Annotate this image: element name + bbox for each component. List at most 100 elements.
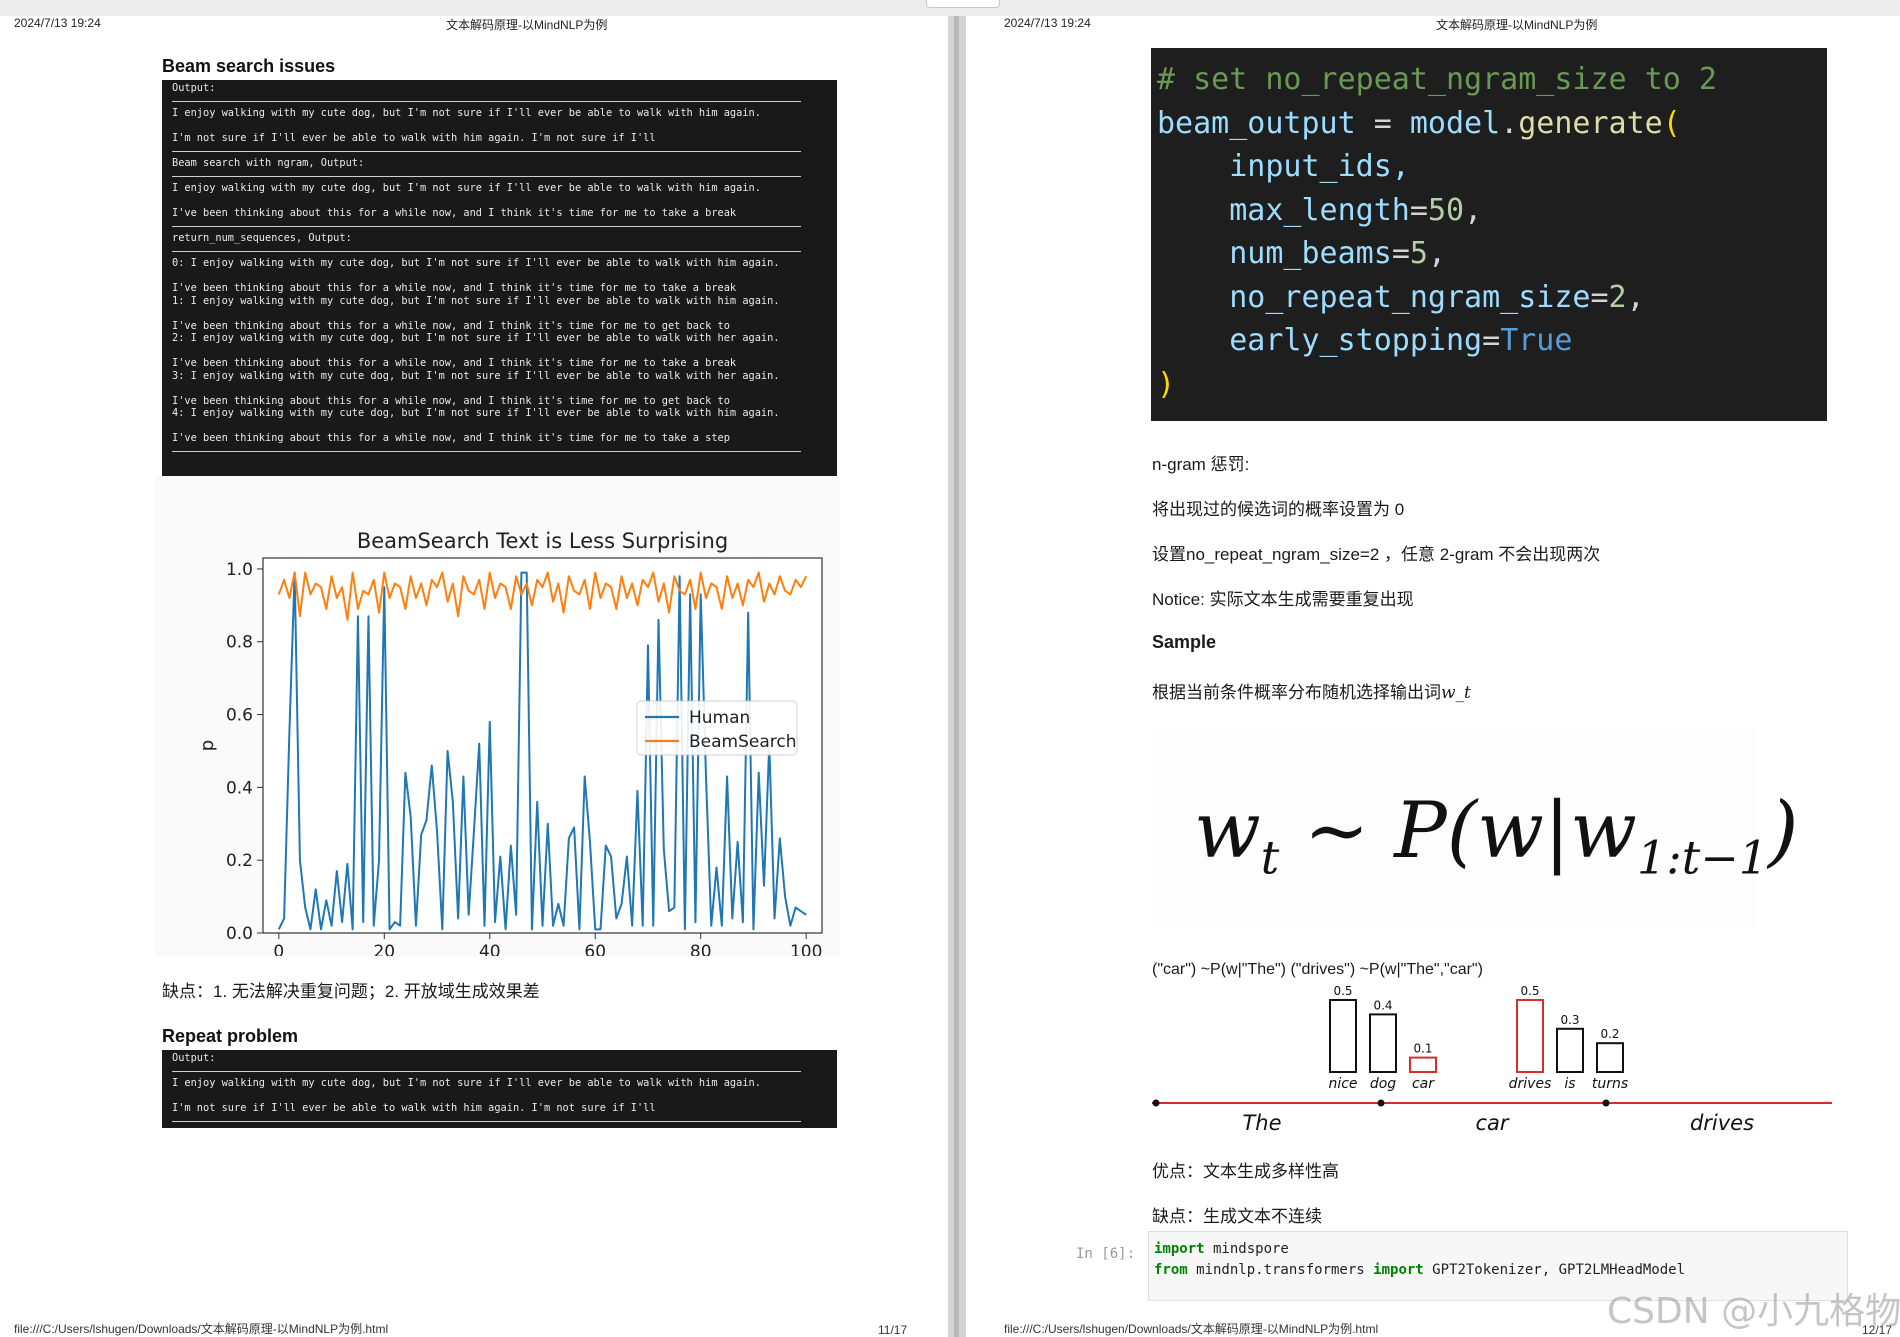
- y-tick-label: 0.4: [226, 778, 253, 798]
- prob-bar-is: [1556, 1027, 1584, 1073]
- footer-page-number: 11/17: [878, 1323, 908, 1337]
- console-line: 3: I enjoy walking with my cute dog, but…: [172, 369, 780, 382]
- legend-label-beamsearch: BeamSearch: [689, 732, 797, 752]
- candidate-word-nice: nice: [1328, 1076, 1357, 1092]
- prob-value-label: 0.3: [1560, 1013, 1579, 1027]
- code-eq: =: [1590, 279, 1609, 315]
- console-line: I'm not sure if I'll ever be able to wal…: [172, 132, 656, 144]
- cons-text: 缺点：生成文本不连续: [1152, 1207, 1322, 1226]
- console-separator: [172, 95, 827, 108]
- paragraph-notice: Notice: 实际文本生成需要重复出现: [1152, 590, 1414, 609]
- legend-label-human: Human: [689, 708, 750, 728]
- cell-line2-names: GPT2Tokenizer, GPT2LMHeadModel: [1423, 1262, 1686, 1278]
- page-gutter-scrollbar[interactable]: [948, 16, 966, 1337]
- candidate-word-drives: drives: [1509, 1076, 1552, 1092]
- prob-value-label: 0.5: [1333, 984, 1352, 998]
- console-line: I enjoy walking with my cute dog, but I'…: [172, 1077, 761, 1089]
- timeline-node: [1377, 1099, 1385, 1107]
- code-arg-name: max_length: [1229, 192, 1410, 228]
- kw-from: from: [1154, 1262, 1188, 1278]
- candidate-word-car: car: [1412, 1076, 1435, 1092]
- formula-mid: ∼ P(w|w: [1279, 786, 1637, 876]
- prob-bar-turns: [1596, 1042, 1624, 1073]
- prob-bar-dog: [1369, 1013, 1397, 1073]
- diagram-caption: ("car") ~P(w|"The") ("drives") ~P(w|"The…: [1152, 961, 1483, 978]
- console-line: I've been thinking about this for a whil…: [172, 207, 737, 219]
- section-title-beam-search-issues: Beam search issues: [162, 56, 336, 76]
- code-arg-val: 5: [1409, 236, 1428, 271]
- code-eq: =: [1391, 236, 1410, 271]
- drawback-caption: 缺点：1. 无法解决重复问题；2. 开放域生成效果差: [162, 982, 540, 1001]
- y-axis-label: p: [197, 740, 218, 751]
- y-tick-label: 0.8: [226, 633, 253, 653]
- prob-value-label: 0.5: [1520, 984, 1539, 998]
- token-car: car: [1475, 1111, 1509, 1135]
- code-arg-name: early_stopping: [1229, 323, 1483, 358]
- code-dot: .: [1500, 105, 1519, 141]
- console-line: 2: I enjoy walking with my cute dog, but…: [172, 332, 780, 344]
- code-eq: =: [1409, 192, 1428, 228]
- console-line: I've been thinking about this for a whil…: [172, 282, 737, 294]
- console-separator: [172, 445, 827, 458]
- x-tick-label: 80: [690, 942, 712, 956]
- paragraph-set-ngram-size: 设置no_repeat_ngram_size=2 ，任意 2-gram 不会出现…: [1152, 545, 1601, 564]
- candidate-word-dog: dog: [1370, 1076, 1396, 1092]
- sampling-diagram: 0.5 nice 0.4 dog 0.1 car 0.5 drives 0.3 is 0.2 turn…: [1152, 984, 1832, 1135]
- candidate-word-turns: turns: [1592, 1076, 1628, 1092]
- code-comma: ,: [1464, 192, 1483, 228]
- x-tick-label: 40: [479, 942, 501, 956]
- y-tick-label: 0.2: [226, 851, 253, 871]
- x-tick-label: 60: [584, 942, 606, 956]
- cell-prompt: In [6]:: [1076, 1246, 1136, 1262]
- code-arg-val: True: [1500, 323, 1573, 358]
- sample-desc-text: 根据当前条件概率分布随机选择输出词: [1152, 683, 1441, 702]
- prob-bar-nice: [1329, 999, 1357, 1073]
- code-comma: ,: [1626, 279, 1645, 315]
- console-output-beam-search: Output: I enjoy walking with my cute dog,…: [162, 80, 837, 476]
- footer-path: file:///C:/Users/lshugen/Downloads/文本解码原…: [14, 1322, 389, 1336]
- code-arg-val: 2: [1608, 279, 1627, 315]
- footer-path: file:///C:/Users/lshugen/Downloads/文本解码原…: [1004, 1322, 1379, 1336]
- paragraph-ngram-penalty: n-gram 惩罚:: [1152, 455, 1250, 474]
- code-fn: generate: [1518, 105, 1663, 141]
- header-title: 文本解码原理-以MindNLP为例: [446, 18, 608, 32]
- code-arg-val: 50: [1427, 192, 1465, 228]
- code-comma: ,: [1427, 236, 1446, 271]
- console-separator: [172, 245, 827, 258]
- cell-line2-module: mindnlp.transformers: [1187, 1262, 1374, 1278]
- cell-line1-text: mindspore: [1204, 1241, 1289, 1257]
- code-arg-name: num_beams: [1229, 236, 1392, 271]
- console-separator: [172, 1065, 827, 1078]
- console-line: I've been thinking about this for a whil…: [172, 394, 730, 407]
- header-date: 2024/7/13 19:24: [14, 16, 101, 30]
- console-output-repeat: Output: I enjoy walking with my cute dog,…: [162, 1050, 837, 1128]
- section-title-sample: Sample: [1152, 632, 1217, 652]
- x-tick-label: 0: [273, 942, 284, 956]
- console-line: I've been thinking about this for a whil…: [172, 357, 737, 369]
- page-11: 2024/7/13 19:24 文本解码原理-以MindNLP为例 Beam s…: [0, 16, 948, 1337]
- formula-sub: 1:t−1: [1636, 830, 1768, 885]
- kw-import: import: [1154, 1241, 1205, 1257]
- code-op: =: [1355, 105, 1410, 141]
- code-comment: # set no_repeat_ngram_size to 2: [1157, 62, 1717, 97]
- viewer-tab-handle[interactable]: [926, 0, 1000, 8]
- code-obj: model: [1409, 105, 1501, 141]
- code-snippet-no-repeat-ngram: # set no_repeat_ngram_size to 2 beam_outp…: [1151, 48, 1827, 421]
- beamsearch-chart: BeamSearch Text is Less Surprising 0 20 40 6…: [155, 476, 840, 956]
- prob-value-label: 0.2: [1600, 1027, 1619, 1041]
- sampling-formula: wt ∼ P(w|w1:t−1): [1194, 786, 1798, 885]
- paragraph-set-prob-zero: 将出现过的候选词的概率设置为 0: [1152, 500, 1405, 519]
- header-title: 文本解码原理-以MindNLP为例: [1436, 18, 1598, 32]
- console-line: I've been thinking about this for a whil…: [172, 432, 730, 444]
- code-paren-open: (: [1662, 105, 1681, 141]
- y-tick-label: 1.0: [226, 560, 253, 580]
- console-line: Beam search with ngram, Output:: [172, 157, 365, 169]
- console-line: 1: I enjoy walking with my cute dog, but…: [172, 294, 780, 307]
- candidate-word-is: is: [1564, 1076, 1575, 1092]
